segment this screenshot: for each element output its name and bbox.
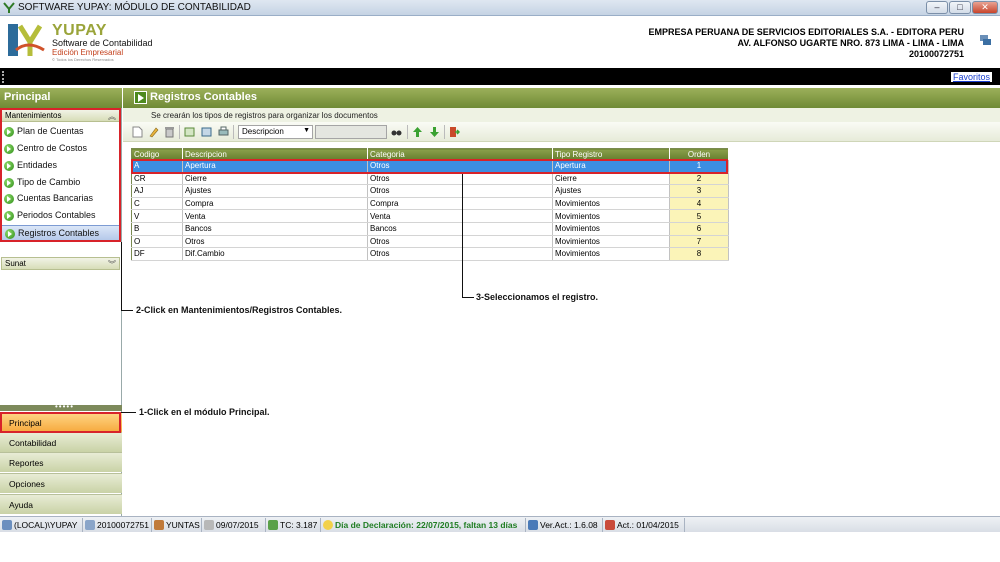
status-ruc: 20100072751 [83,518,152,532]
annotation-step-3: 3-Seleccionamos el registro. [476,292,599,302]
company-address: AV. ALFONSO UGARTE NRO. 873 LIMA - LIMA … [737,38,964,48]
binoculars-icon[interactable] [391,126,402,138]
calendar-icon [204,520,214,530]
maximize-button[interactable]: □ [949,1,971,14]
status-version: Ver.Act.: 1.6.08 [526,518,603,532]
annotation-line [121,242,122,310]
toolbar-separator [233,125,234,139]
grid-header-row: Codigo Descripcion Categoria Tipo Regist… [131,148,729,160]
status-server: (LOCAL)\YUPAY [0,518,83,532]
module-opciones[interactable]: Opciones [0,473,122,493]
database-icon [85,520,95,530]
group-sunat-label: Sunat [5,259,26,268]
column-header-tipo-registro[interactable]: Tipo Registro [552,148,670,160]
yupay-logo-icon [8,24,45,56]
highlight-mantenimientos [0,108,121,242]
move-down-icon[interactable] [429,126,440,138]
annotation-line [121,310,133,311]
title-bar: SOFTWARE YUPAY: MÓDULO DE CONTABILIDAD –… [0,0,1000,16]
table-row[interactable]: C Compra Compra Movimientos 4 [131,197,729,211]
lightbulb-icon [323,520,333,530]
table-row[interactable]: AJ Ajustes Otros Ajustes 3 [131,184,729,198]
chevron-down-icon: ▼ [303,127,310,134]
company-ruc: 20100072751 [908,49,964,59]
edit-pencil-icon[interactable] [148,126,159,138]
calendar-icon [605,520,615,530]
search-input[interactable] [315,125,387,139]
status-user: YUNTAS [152,518,202,532]
column-header-categoria[interactable]: Categoria [367,148,553,160]
annotation-line [462,297,474,298]
app-header: YUPAY Software de Contabilidad Edición E… [0,16,1000,68]
close-button[interactable]: ✕ [972,1,998,14]
logo-subtitle: Software de Contabilidad [52,38,153,48]
annotation-line [462,174,463,297]
network-icon[interactable] [979,34,992,46]
module-reportes[interactable]: Reportes [0,452,122,472]
search-field-select[interactable]: Descripcion ▼ [238,125,313,139]
column-header-orden[interactable]: Orden [669,148,729,160]
favorites-link[interactable]: Favoritos [950,72,992,82]
table-row[interactable]: B Bancos Bancos Movimientos 6 [131,222,729,236]
chevron-down-icon[interactable]: ︾ [108,259,116,270]
status-update: Act.: 01/04/2015 [603,518,685,532]
money-icon [268,520,278,530]
module-contabilidad[interactable]: Contabilidad [0,432,122,452]
page-subtitle: Se crearán los tipos de registros para o… [123,108,1000,122]
company-info: EMPRESA PERUANA DE SERVICIOS EDITORIALES… [648,27,964,60]
sidebar-header: Principal [0,88,122,108]
new-document-icon[interactable] [132,126,143,138]
window-title: SOFTWARE YUPAY: MÓDULO DE CONTABILIDAD [18,2,251,13]
status-date: 09/07/2015 [202,518,266,532]
status-bar: (LOCAL)\YUPAY 20100072751 YUNTAS 09/07/2… [0,516,1000,532]
column-header-codigo[interactable]: Codigo [131,148,183,160]
check-icon [528,520,538,530]
table-row[interactable]: O Otros Otros Movimientos 7 [131,235,729,249]
table-row[interactable]: DF Dif.Cambio Otros Movimientos 8 [131,247,729,261]
group-sunat[interactable]: Sunat ︾ [1,257,120,270]
toolbar-separator [179,125,180,139]
table-row[interactable]: V Venta Venta Movimientos 5 [131,209,729,223]
sidebar-splitter[interactable]: ••••• [0,402,122,411]
logo-rights: © Todos los Derechos Reservados [52,57,114,62]
print-icon[interactable] [218,126,229,138]
annotation-step-1: 1-Click en el módulo Principal. [139,407,270,417]
page-title: Registros Contables [123,88,1000,108]
logo-edition: Edición Empresarial [52,48,124,57]
module-ayuda[interactable]: Ayuda [0,494,122,514]
highlight-principal-module [0,412,121,433]
toolbar-separator [444,125,445,139]
move-up-icon[interactable] [412,126,423,138]
arrow-right-icon [134,91,147,104]
user-icon [154,520,164,530]
server-icon [2,520,12,530]
status-declaration: Día de Declaración: 22/07/2015, faltan 1… [321,518,526,532]
toolbar-separator [407,125,408,139]
status-exchange-rate: TC: 3.187 [266,518,321,532]
export-icon[interactable] [184,126,195,138]
company-name: EMPRESA PERUANA DE SERVICIOS EDITORIALES… [648,27,964,37]
import-icon[interactable] [201,126,212,138]
highlight-selected-row [131,159,728,174]
delete-trash-icon[interactable] [164,126,175,138]
exit-door-icon[interactable] [449,126,460,138]
menu-strip [0,68,1000,85]
app-icon [3,2,15,13]
annotation-step-2: 2-Click en Mantenimientos/Registros Cont… [136,305,343,315]
toolbar-grip[interactable] [2,71,4,83]
annotation-line [121,412,136,413]
page-title-text: Registros Contables [150,91,257,103]
toolbar: Descripcion ▼ [123,122,1000,142]
main-panel: Registros Contables Se crearán los tipos… [123,88,1000,516]
minimize-button[interactable]: – [926,1,948,14]
column-header-descripcion[interactable]: Descripcion [182,148,368,160]
